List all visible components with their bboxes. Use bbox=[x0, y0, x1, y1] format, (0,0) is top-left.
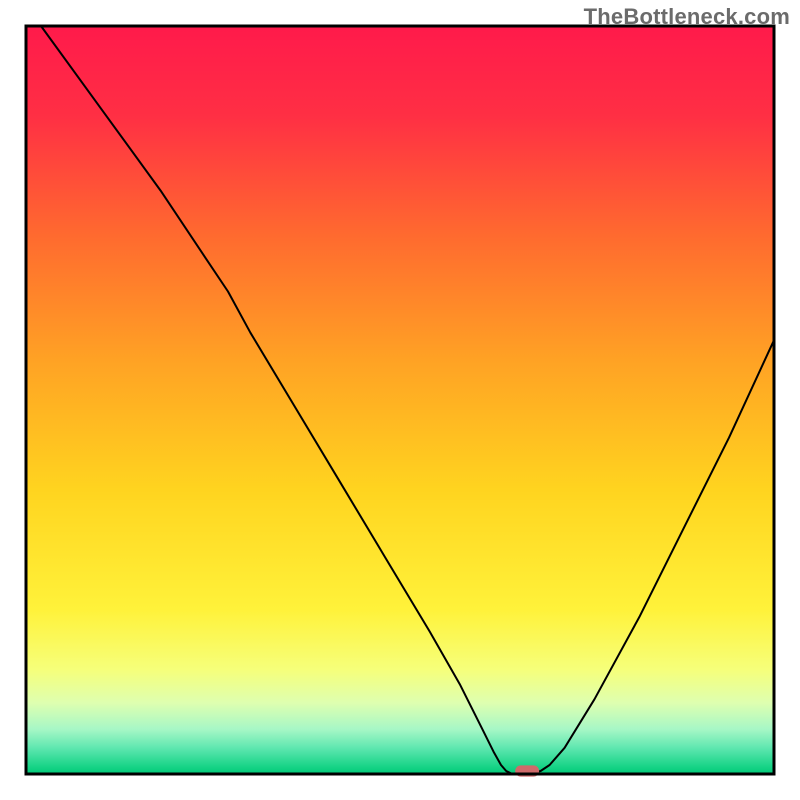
watermark-text: TheBottleneck.com bbox=[584, 4, 790, 30]
chart-background bbox=[26, 26, 774, 774]
chart-container: TheBottleneck.com bbox=[0, 0, 800, 800]
bottleneck-chart bbox=[0, 0, 800, 800]
